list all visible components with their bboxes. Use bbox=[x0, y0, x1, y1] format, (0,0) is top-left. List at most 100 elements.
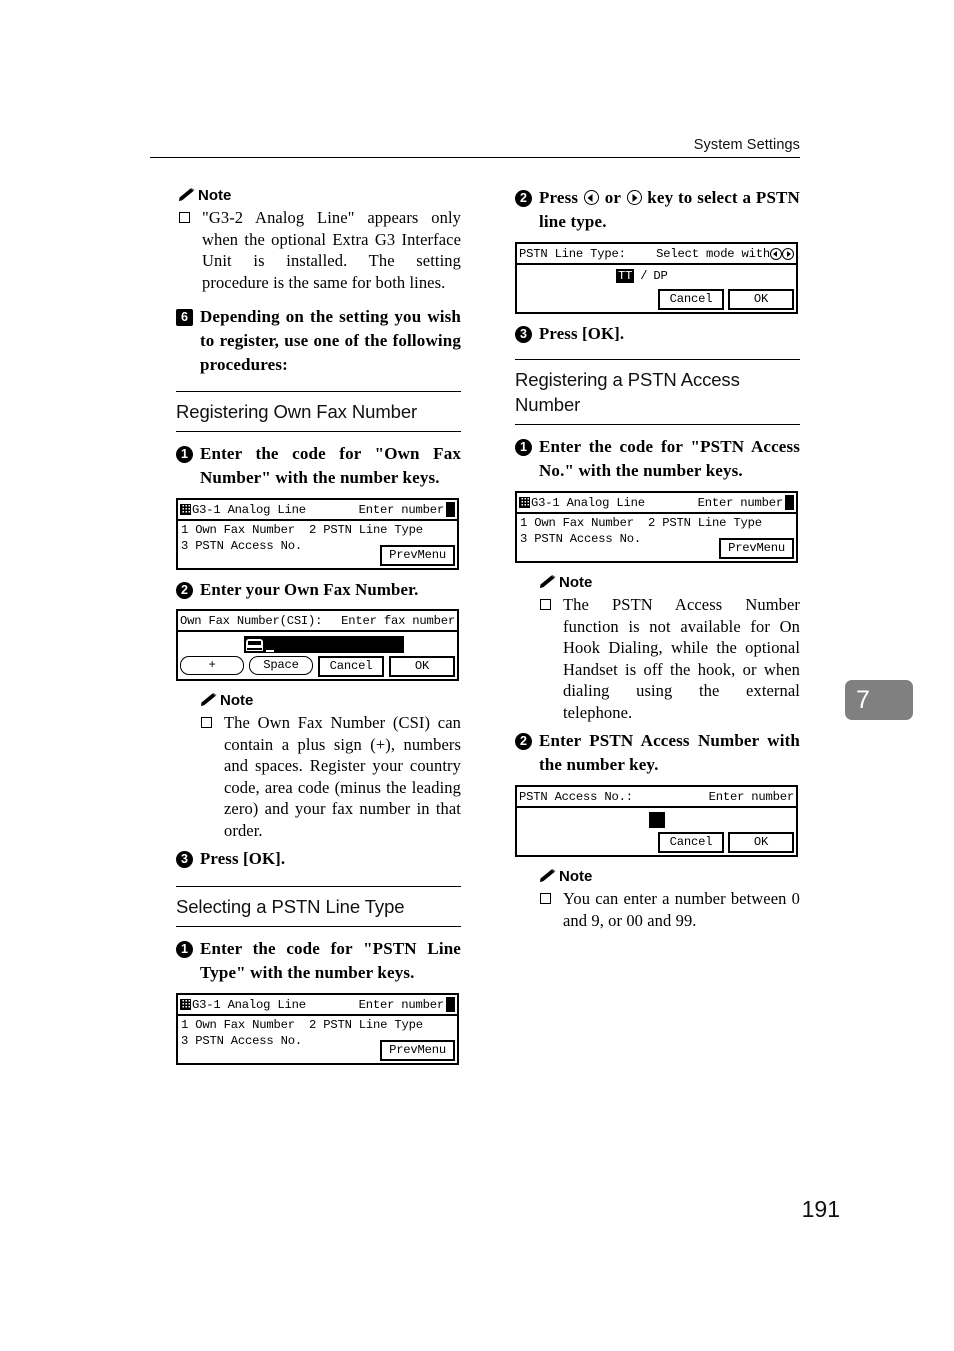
access-number-input-cursor[interactable] bbox=[648, 812, 665, 828]
ok-button[interactable]: OK bbox=[728, 289, 794, 310]
step-text-before: Press bbox=[539, 188, 579, 207]
document-page: System Settings Note "G3-2 Analog Line" … bbox=[0, 0, 954, 1351]
line-type-option-row: TT / DP bbox=[520, 266, 793, 283]
section-selecting-pstn-line-type: Selecting a PSTN Line Type bbox=[176, 886, 461, 927]
lcd-title-left-group: G3-1 Analog Line bbox=[180, 998, 306, 1012]
cancel-button[interactable]: Cancel bbox=[318, 656, 384, 677]
cursor-block-icon bbox=[446, 502, 455, 517]
lcd-menu-item-own-fax-number[interactable]: 1 Own Fax Number bbox=[181, 1017, 309, 1033]
lcd-menu-row-1: 1 Own Fax Number 2 PSTN Line Type bbox=[181, 522, 454, 538]
prevmenu-button[interactable]: PrevMenu bbox=[380, 545, 455, 566]
lcd-title-left-group: G3-1 Analog Line bbox=[180, 503, 306, 517]
header-rule bbox=[150, 157, 800, 158]
pencil-icon bbox=[540, 869, 556, 882]
step-text: Press [OK]. bbox=[200, 849, 286, 868]
step-own-fax-2: 2 Enter your Own Fax Number. bbox=[176, 578, 461, 601]
lcd-softkey-group: Cancel OK bbox=[658, 832, 794, 853]
lcd-screenshot-g3-1-menu: G3-1 Analog Line Enter number 1 Own Fax … bbox=[176, 993, 459, 1065]
cursor-block-icon bbox=[785, 495, 794, 510]
lcd-menu-item-pstn-line-type[interactable]: 2 PSTN Line Type bbox=[309, 1018, 423, 1032]
lcd-menu-item-pstn-access-no[interactable]: 3 PSTN Access No. bbox=[520, 531, 648, 547]
note-block-g3-2: Note "G3-2 Analog Line" appears only whe… bbox=[176, 186, 461, 293]
note-item-text: The Own Fax Number (CSI) can contain a p… bbox=[224, 713, 461, 840]
section-registering-pstn-access-number: Registering a PSTN Access Number bbox=[515, 359, 800, 425]
lcd-body: 1 Own Fax Number 2 PSTN Line Type 3 PSTN … bbox=[178, 521, 457, 568]
note-bullet-icon bbox=[201, 717, 212, 728]
note-heading-label: Note bbox=[559, 574, 593, 591]
note-heading-label: Note bbox=[559, 868, 593, 885]
lcd-menu-item-pstn-line-type[interactable]: 2 PSTN Line Type bbox=[648, 516, 762, 530]
lcd-softkey-group: Cancel OK bbox=[658, 289, 794, 310]
step-text: Enter the code for "Own Fax Number" with… bbox=[200, 444, 461, 487]
space-button[interactable]: Space bbox=[249, 656, 313, 675]
ok-button[interactable]: OK bbox=[728, 832, 794, 853]
plus-button[interactable]: + bbox=[180, 656, 244, 675]
lcd-title-right-group: Select mode with bbox=[656, 247, 794, 261]
grid-icon bbox=[519, 497, 530, 508]
section-title: Selecting a PSTN Line Type bbox=[176, 896, 405, 917]
note-item-text: The PSTN Access Number function is not a… bbox=[563, 595, 800, 722]
lcd-softkey-group: PrevMenu bbox=[380, 1040, 455, 1061]
lcd-title-right: Enter number bbox=[708, 789, 795, 804]
fax-number-field-row bbox=[181, 633, 454, 653]
lcd-menu-row-1: 1 Own Fax Number 2 PSTN Line Type bbox=[181, 1017, 454, 1033]
lcd-menu-item-pstn-access-no[interactable]: 3 PSTN Access No. bbox=[181, 538, 309, 554]
running-header: System Settings bbox=[150, 136, 800, 158]
step-marker: 3 bbox=[176, 850, 193, 868]
note-heading: Note bbox=[540, 573, 800, 592]
lcd-title-bar: PSTN Line Type: Select mode with bbox=[517, 244, 796, 265]
lcd-screenshot-pstn-line-type: PSTN Line Type: Select mode with TT / DP… bbox=[515, 242, 798, 314]
cursor-block-icon bbox=[446, 997, 455, 1012]
lcd-body: 1 Own Fax Number 2 PSTN Line Type 3 PSTN … bbox=[178, 1016, 457, 1063]
note-heading: Note bbox=[179, 186, 461, 205]
lcd-softkey-group: PrevMenu bbox=[719, 538, 794, 559]
step-text-middle: or bbox=[604, 188, 621, 207]
step-pstn-line-type-1: 1 Enter the code for "PSTN Line Type" wi… bbox=[176, 937, 461, 985]
step-marker: 1 bbox=[176, 940, 193, 958]
step-marker: 1 bbox=[515, 438, 532, 456]
option-dp[interactable]: DP bbox=[653, 269, 667, 283]
step-text: Enter PSTN Access Number with the number… bbox=[539, 731, 800, 774]
access-number-field-row bbox=[520, 809, 793, 828]
lcd-title-right: Select mode with bbox=[656, 246, 770, 261]
note-heading-label: Note bbox=[198, 187, 232, 204]
note-bullet-icon bbox=[179, 212, 190, 223]
lcd-body: Cancel OK bbox=[517, 808, 796, 855]
step-text: Press [OK]. bbox=[539, 324, 625, 343]
lcd-menu-item-pstn-access-no[interactable]: 3 PSTN Access No. bbox=[181, 1033, 309, 1049]
step-line-type-2: 2 Press or key to select a PSTN line typ… bbox=[515, 186, 800, 234]
cancel-button[interactable]: Cancel bbox=[658, 289, 724, 310]
note-heading: Note bbox=[201, 691, 461, 710]
note-item-text: You can enter a number between 0 and 9, … bbox=[563, 889, 800, 930]
pencil-icon bbox=[179, 188, 195, 201]
lcd-body: 1 Own Fax Number 2 PSTN Line Type 3 PSTN … bbox=[517, 514, 796, 561]
prevmenu-button[interactable]: PrevMenu bbox=[380, 1040, 455, 1061]
step-6: 6 Depending on the setting you wish to r… bbox=[176, 305, 461, 377]
note-block-csi: Note The Own Fax Number (CSI) can contai… bbox=[198, 691, 461, 841]
ok-button[interactable]: OK bbox=[389, 656, 455, 677]
lcd-menu-item-pstn-line-type[interactable]: 2 PSTN Line Type bbox=[309, 523, 423, 537]
cancel-button[interactable]: Cancel bbox=[658, 832, 724, 853]
lcd-menu-item-own-fax-number[interactable]: 1 Own Fax Number bbox=[181, 522, 309, 538]
lcd-title-bar: G3-1 Analog Line Enter number bbox=[517, 493, 796, 514]
note-heading: Note bbox=[540, 867, 800, 886]
lcd-title-left: Own Fax Number(CSI): bbox=[180, 613, 323, 628]
fax-number-input[interactable] bbox=[243, 636, 404, 653]
header-title: System Settings bbox=[693, 137, 800, 153]
pencil-icon bbox=[540, 575, 556, 588]
lcd-title-left: G3-1 Analog Line bbox=[192, 997, 306, 1012]
lcd-title-left: PSTN Line Type: bbox=[519, 246, 626, 261]
step-marker: 2 bbox=[515, 732, 532, 750]
lcd-screenshot-own-fax-number: Own Fax Number(CSI): Enter fax number + … bbox=[176, 609, 459, 681]
lcd-title-left: G3-1 Analog Line bbox=[531, 495, 645, 510]
telephone-icon bbox=[245, 638, 263, 651]
section-rule-bottom bbox=[176, 431, 461, 432]
prevmenu-button[interactable]: PrevMenu bbox=[719, 538, 794, 559]
lcd-menu-item-own-fax-number[interactable]: 1 Own Fax Number bbox=[520, 515, 648, 531]
option-tt-selected[interactable]: TT bbox=[616, 269, 635, 283]
lcd-body: TT / DP Cancel OK bbox=[517, 265, 796, 312]
grid-icon bbox=[180, 999, 191, 1010]
lcd-title-bar: G3-1 Analog Line Enter number bbox=[178, 500, 457, 521]
step-text: Depending on the setting you wish to reg… bbox=[200, 307, 461, 374]
lcd-title-right: Enter number bbox=[358, 502, 445, 517]
